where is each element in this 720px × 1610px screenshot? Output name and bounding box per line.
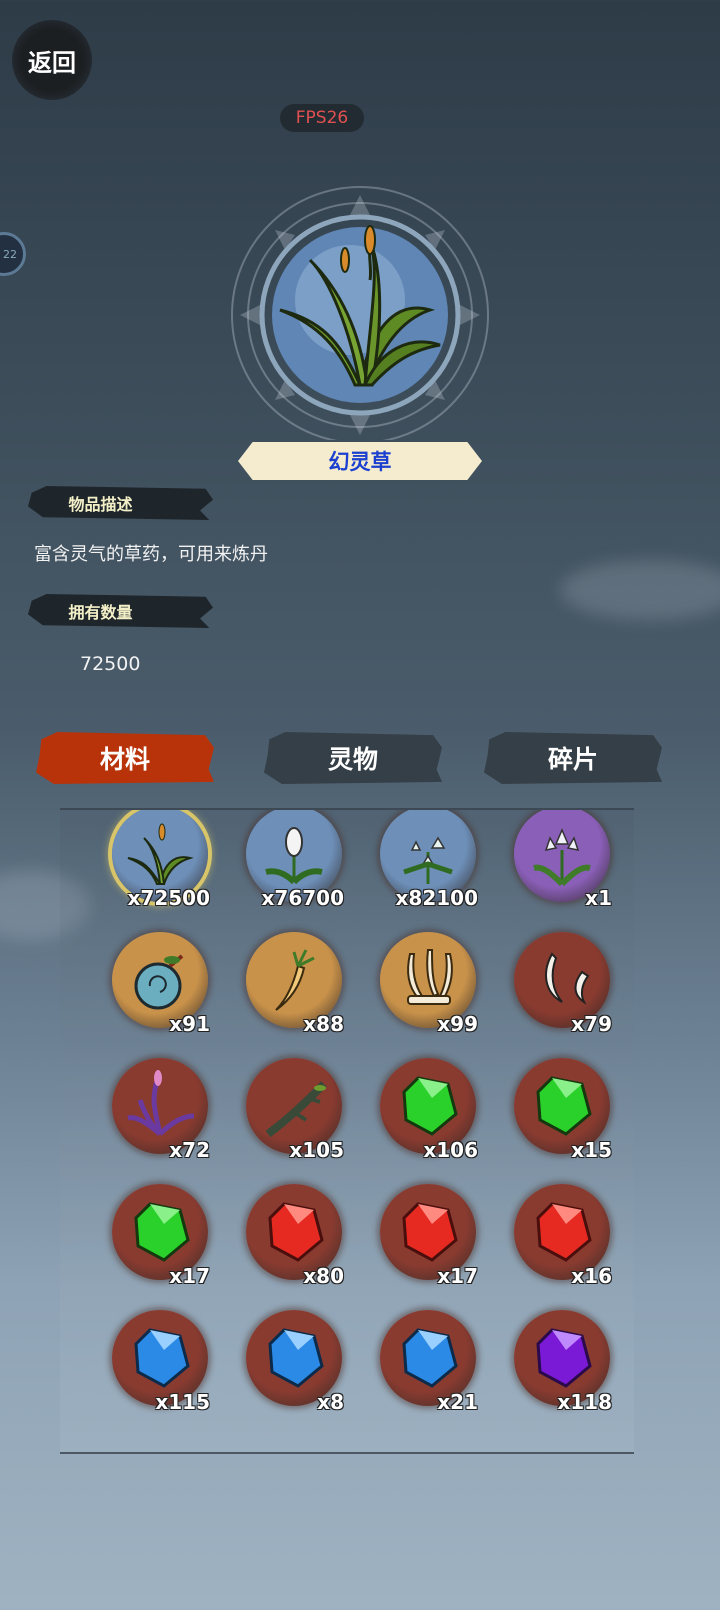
tab-spirit-items[interactable]: 灵物 (264, 732, 442, 784)
red-gem-icon (268, 1202, 324, 1262)
slot-quantity: x16 (571, 1264, 612, 1288)
slot-quantity: x8 (317, 1390, 344, 1414)
inventory-slot[interactable]: x118 (508, 1304, 618, 1414)
inventory-slot[interactable]: x82100 (374, 810, 484, 910)
red-gem-icon (536, 1202, 592, 1262)
purple-lily-icon (533, 828, 591, 887)
slot-quantity: x21 (437, 1390, 478, 1414)
inventory-slot[interactable]: x79 (508, 926, 618, 1036)
green-gem-icon (402, 1076, 458, 1136)
inventory-slot[interactable]: x106 (374, 1052, 484, 1162)
inventory-slot[interactable]: x21 (374, 1304, 484, 1414)
slot-quantity: x79 (571, 1012, 612, 1036)
white-flower-icon (265, 827, 323, 885)
inventory-slot[interactable]: x1 (508, 810, 618, 910)
green-gem-icon (536, 1076, 592, 1136)
item-preview (220, 160, 500, 444)
branch-icon (265, 1081, 327, 1138)
inventory-grid[interactable]: x72500 x76700 x82100 x1 x91 x88 x99 x79 x72 x105 x… (60, 808, 634, 1454)
inventory-slot[interactable]: x88 (240, 926, 350, 1036)
inventory-slot[interactable]: x105 (240, 1052, 350, 1162)
inventory-slot[interactable]: x15 (508, 1052, 618, 1162)
inventory-slot[interactable]: x99 (374, 926, 484, 1036)
slot-quantity: x91 (169, 1012, 210, 1036)
bone-claws-icon (407, 949, 453, 1005)
ginseng-root-icon (275, 949, 315, 1011)
red-gem-icon (402, 1202, 458, 1262)
purple-gem-icon (536, 1328, 592, 1388)
back-button[interactable]: 返回 (12, 20, 92, 100)
beast-fangs-icon (545, 952, 590, 1005)
count-heading: 拥有数量 (28, 594, 213, 628)
inventory-slot[interactable]: x72500 (106, 810, 216, 910)
item-name-banner: 幻灵草 (238, 442, 482, 480)
tab-fragments[interactable]: 碎片 (484, 732, 662, 784)
slot-quantity: x76700 (261, 886, 344, 910)
spirit-fruit-icon (134, 954, 184, 1010)
slot-quantity: x88 (303, 1012, 344, 1036)
inventory-slot[interactable]: x76700 (240, 810, 350, 910)
slot-quantity: x105 (289, 1138, 344, 1162)
inventory-slot[interactable]: x17 (374, 1178, 484, 1288)
slot-quantity: x1 (585, 886, 612, 910)
inventory-slot[interactable]: x17 (106, 1178, 216, 1288)
slot-quantity: x115 (155, 1390, 210, 1414)
slot-quantity: x82100 (395, 886, 478, 910)
fps-counter: FPS26 (280, 104, 364, 132)
slot-quantity: x118 (557, 1390, 612, 1414)
grass-herb-icon (127, 823, 194, 885)
slot-quantity: x80 (303, 1264, 344, 1288)
blue-gem-icon (134, 1328, 190, 1388)
star-flower-icon (403, 836, 453, 884)
blue-gem-icon (402, 1328, 458, 1388)
inventory-slot[interactable]: x8 (240, 1304, 350, 1414)
inventory-slot[interactable]: x80 (240, 1178, 350, 1288)
mandala-frame-icon (231, 186, 489, 444)
slot-quantity: x15 (571, 1138, 612, 1162)
inventory-slot[interactable]: x115 (106, 1304, 216, 1414)
slot-quantity: x17 (437, 1264, 478, 1288)
inventory-slot[interactable]: x72 (106, 1052, 216, 1162)
item-count: 72500 (80, 653, 141, 675)
inventory-slot[interactable]: x91 (106, 926, 216, 1036)
tab-materials[interactable]: 材料 (36, 732, 214, 784)
slot-quantity: x72500 (127, 886, 210, 910)
cloud (560, 560, 720, 620)
side-level-badge[interactable]: 22 (0, 232, 26, 276)
item-description: 富含灵气的草药，可用来炼丹 (34, 544, 268, 565)
slot-quantity: x17 (169, 1264, 210, 1288)
slot-quantity: x72 (169, 1138, 210, 1162)
green-gem-icon (134, 1202, 190, 1262)
slot-quantity: x106 (423, 1138, 478, 1162)
inventory-grid-viewport[interactable]: x72500 x76700 x82100 x1 x91 x88 x99 x79 x72 x105 x… (60, 810, 620, 1452)
slot-quantity: x99 (437, 1012, 478, 1036)
description-heading: 物品描述 (28, 486, 213, 520)
purple-herb-icon (127, 1070, 195, 1136)
inventory-slot[interactable]: x16 (508, 1178, 618, 1288)
blue-gem-icon (268, 1328, 324, 1388)
